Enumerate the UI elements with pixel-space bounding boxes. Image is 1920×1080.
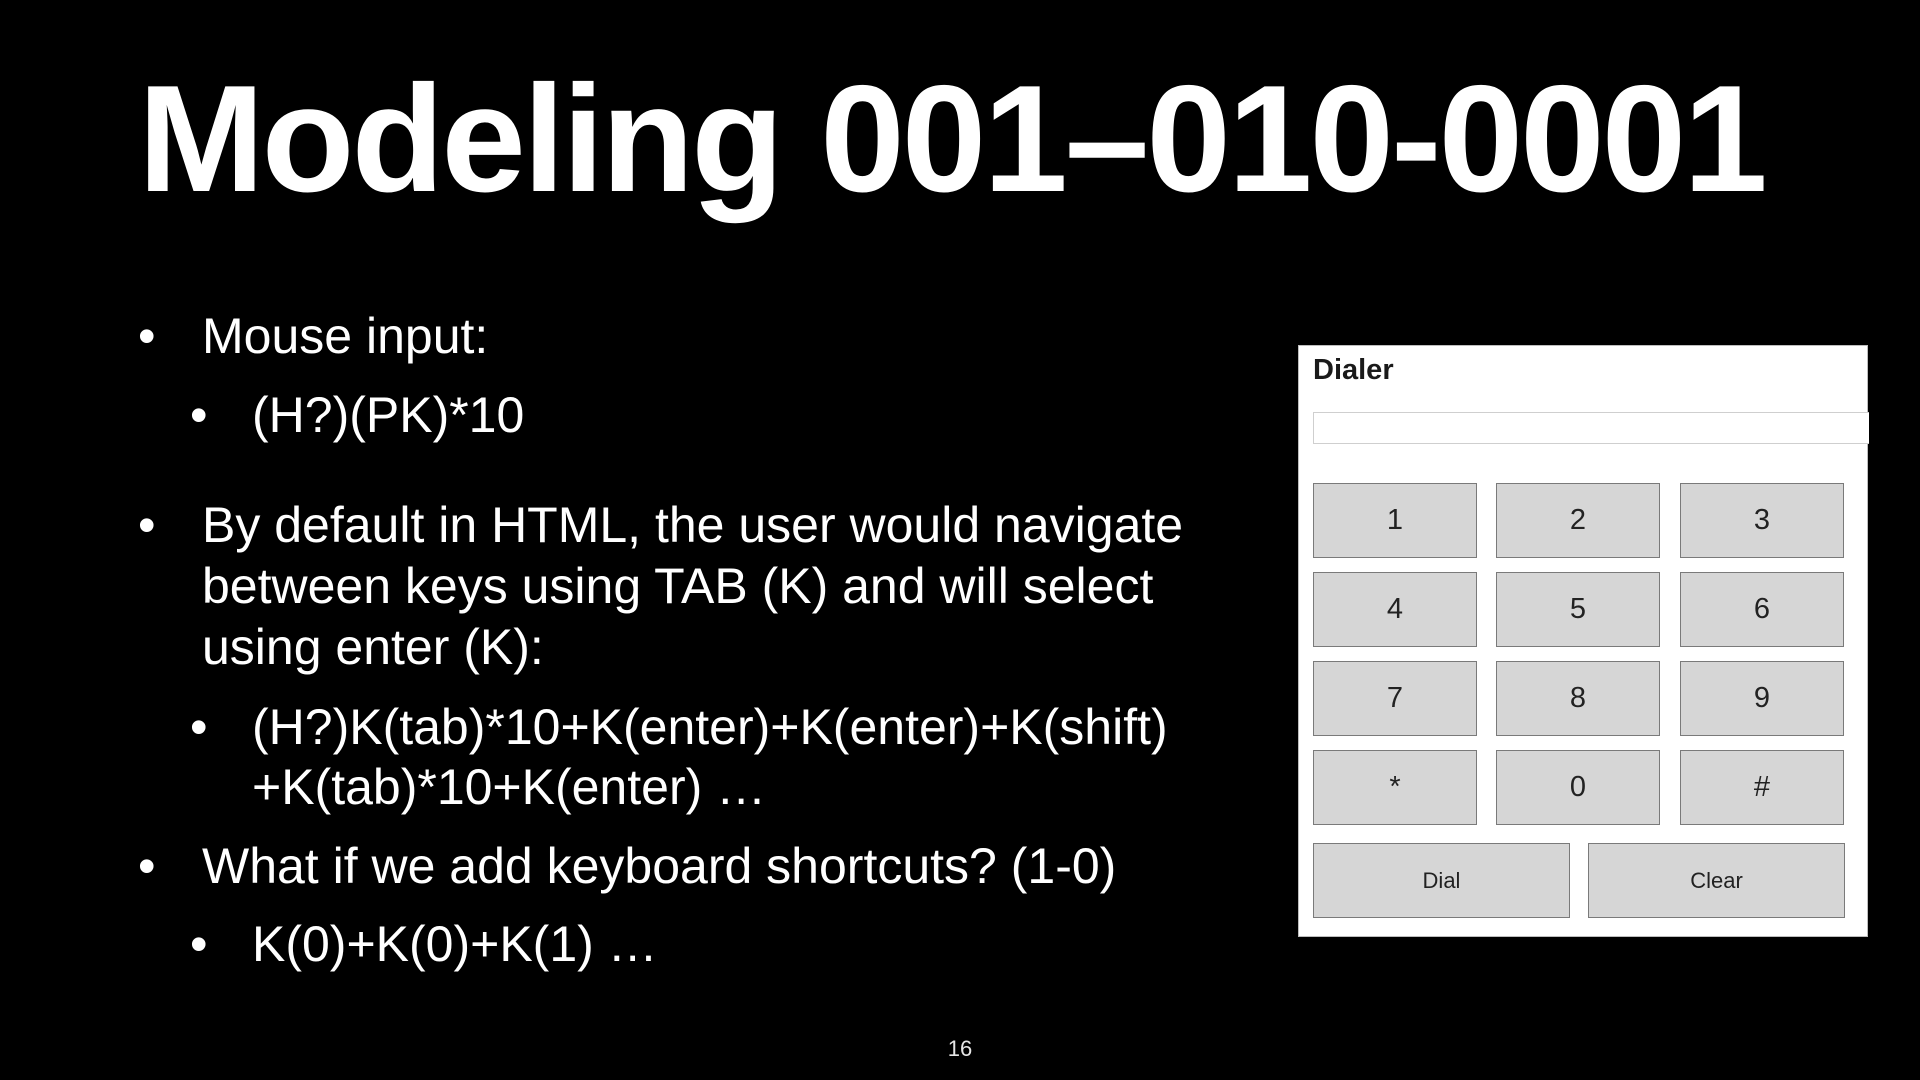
bullet-marker: • — [190, 916, 208, 972]
key-hash-button[interactable]: # — [1680, 750, 1844, 825]
bullet-text: (H?)K(tab)*10+K(enter)+K(enter)+K(shift) — [252, 699, 1168, 755]
bullet-text: using enter (K): — [202, 619, 544, 675]
bullet-marker: • — [138, 308, 156, 364]
key-5-button[interactable]: 5 — [1496, 572, 1660, 647]
bullet-marker: • — [138, 497, 156, 553]
key-star-button[interactable]: * — [1313, 750, 1477, 825]
dial-button[interactable]: Dial — [1313, 843, 1570, 918]
bullet-marker: • — [190, 699, 208, 755]
bullet-text: Mouse input: — [202, 308, 489, 364]
bullet-marker: • — [190, 387, 208, 443]
key-1-button[interactable]: 1 — [1313, 483, 1477, 558]
key-2-button[interactable]: 2 — [1496, 483, 1660, 558]
key-9-button[interactable]: 9 — [1680, 661, 1844, 736]
dialer-panel: Dialer 1 2 3 4 5 6 7 8 9 * 0 # Dial Clea… — [1298, 345, 1869, 937]
page-number: 16 — [947, 1036, 973, 1061]
bullet-text: (H?)(PK)*10 — [252, 387, 525, 443]
dialer-title: Dialer — [1313, 354, 1394, 386]
key-3-button[interactable]: 3 — [1680, 483, 1844, 558]
bullet-text: K(0)+K(0)+K(1) … — [252, 916, 658, 972]
key-8-button[interactable]: 8 — [1496, 661, 1660, 736]
bullet-text: +K(tab)*10+K(enter) … — [252, 759, 767, 815]
key-6-button[interactable]: 6 — [1680, 572, 1844, 647]
bullet-text: What if we add keyboard shortcuts? (1-0) — [202, 838, 1117, 894]
bullet-marker: • — [138, 838, 156, 894]
clear-button[interactable]: Clear — [1588, 843, 1845, 918]
key-4-button[interactable]: 4 — [1313, 572, 1477, 647]
bullet-text: between keys using TAB (K) and will sele… — [202, 558, 1154, 614]
bullet-text: By default in HTML, the user would navig… — [202, 497, 1184, 553]
dialer-number-input[interactable] — [1313, 412, 1869, 444]
slide-title: Modeling 001–010-0001 — [138, 54, 1768, 224]
key-7-button[interactable]: 7 — [1313, 661, 1477, 736]
key-0-button[interactable]: 0 — [1496, 750, 1660, 825]
